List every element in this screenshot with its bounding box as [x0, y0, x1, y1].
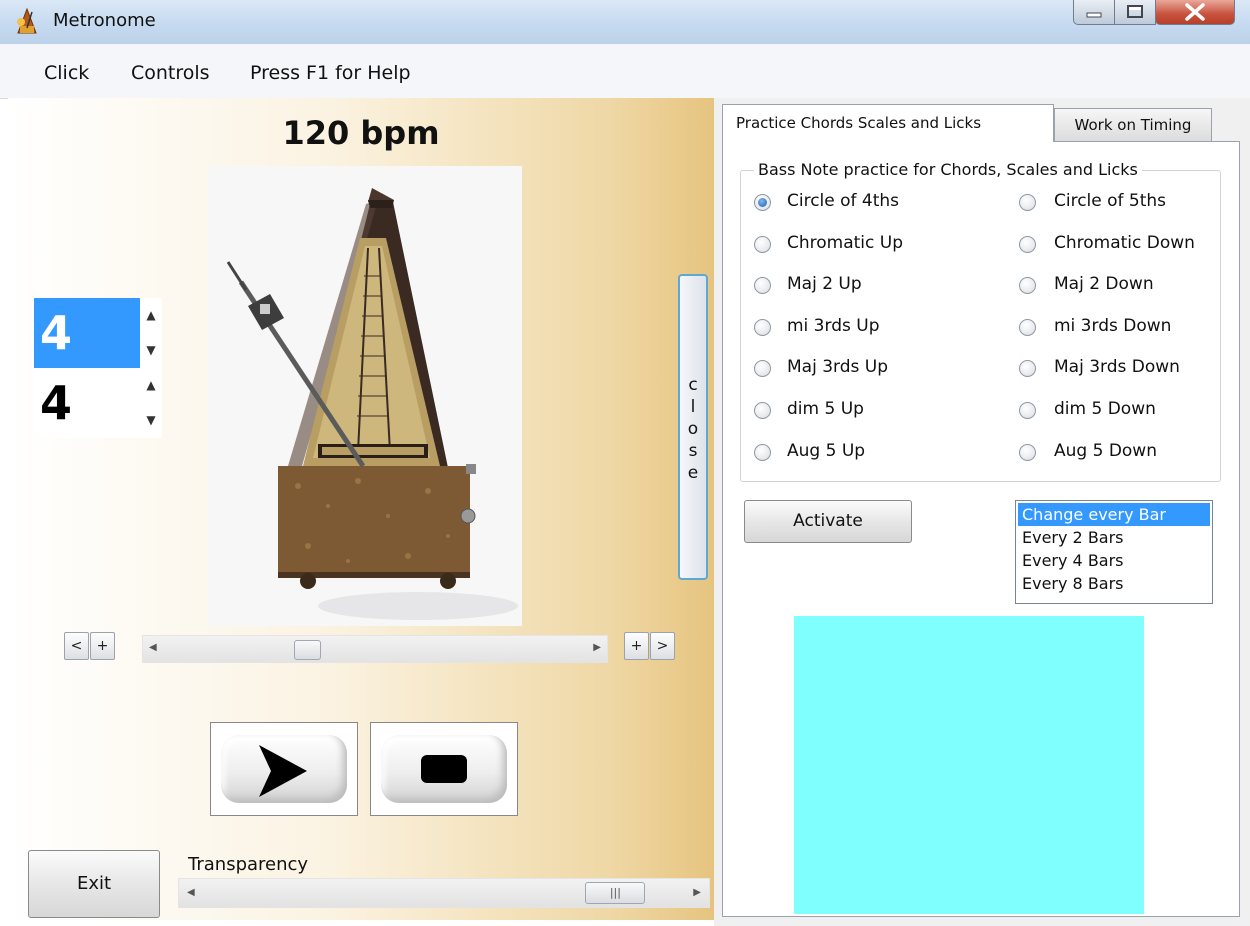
radio-button[interactable]: [754, 443, 771, 461]
exit-button[interactable]: Exit: [28, 850, 160, 918]
radio-label[interactable]: Chromatic Down: [1054, 233, 1195, 253]
metronome-app-icon: [12, 6, 42, 36]
metronome-image: [208, 166, 522, 626]
beats-per-bar-field[interactable]: 4: [34, 298, 140, 368]
menu-help[interactable]: Press F1 for Help: [250, 62, 411, 84]
stop-button[interactable]: [370, 722, 518, 816]
minimize-icon: [1086, 12, 1102, 18]
list-item[interactable]: Every 4 Bars: [1018, 549, 1210, 572]
play-button[interactable]: [210, 722, 358, 816]
radio-label[interactable]: Maj 3rds Down: [1054, 357, 1180, 377]
list-item[interactable]: Every 8 Bars: [1018, 572, 1210, 595]
radio-label[interactable]: mi 3rds Up: [787, 316, 879, 336]
activate-button[interactable]: Activate: [744, 500, 912, 543]
radio-button[interactable]: [754, 235, 771, 253]
tempo-decrease-button[interactable]: +: [90, 632, 115, 660]
scroll-left-arrow-icon[interactable]: ◀: [187, 887, 195, 898]
beats-up-arrow-icon[interactable]: ▲: [140, 298, 162, 333]
radio-button[interactable]: [754, 194, 771, 211]
beats-down-arrow-icon[interactable]: ▼: [140, 333, 162, 368]
tempo-decrease-big-button[interactable]: <: [64, 632, 89, 660]
bpm-display: 120 bpm: [282, 114, 440, 152]
scroll-left-arrow-icon[interactable]: ◀: [149, 642, 157, 653]
radio-label[interactable]: mi 3rds Down: [1054, 316, 1171, 336]
title-bar: Metronome: [0, 0, 1250, 45]
window-title: Metronome: [53, 10, 156, 31]
menu-bar: Click Controls Press F1 for Help: [0, 44, 1250, 99]
change-frequency-list[interactable]: Change every Bar Every 2 Bars Every 4 Ba…: [1015, 500, 1213, 604]
list-item[interactable]: Every 2 Bars: [1018, 526, 1210, 549]
radio-label[interactable]: Aug 5 Up: [787, 441, 865, 461]
close-letter: e: [687, 463, 699, 483]
tab-work-on-timing[interactable]: Work on Timing: [1054, 108, 1212, 142]
radio-label[interactable]: Maj 2 Up: [787, 274, 862, 294]
close-letter: o: [687, 419, 699, 439]
close-letter: c: [688, 375, 698, 395]
menu-controls[interactable]: Controls: [131, 62, 210, 84]
tab-practice-chords[interactable]: Practice Chords Scales and Licks: [722, 104, 1054, 142]
unit-down-arrow-icon[interactable]: ▼: [140, 403, 162, 438]
radio-label[interactable]: Maj 2 Down: [1054, 274, 1154, 294]
beat-unit-field[interactable]: 4: [34, 368, 140, 438]
radio-button[interactable]: [1019, 402, 1036, 419]
radio-label[interactable]: Maj 3rds Up: [787, 357, 888, 377]
maximize-button[interactable]: [1114, 0, 1156, 25]
close-icon: [1185, 3, 1205, 21]
stop-icon: [421, 755, 467, 783]
list-item[interactable]: Change every Bar: [1018, 503, 1210, 526]
radio-button[interactable]: [1019, 194, 1036, 211]
close-window-button[interactable]: [1155, 0, 1235, 25]
minimize-button[interactable]: [1073, 0, 1115, 25]
tempo-slider-thumb[interactable]: [294, 640, 322, 660]
transparency-label: Transparency: [188, 854, 309, 875]
transparency-slider-thumb[interactable]: |||: [585, 882, 646, 904]
play-icon: [259, 745, 307, 797]
radio-button[interactable]: [1019, 318, 1036, 336]
close-letter: s: [688, 441, 698, 461]
tempo-increase-big-button[interactable]: >: [650, 632, 675, 660]
group-title: Bass Note practice for Chords, Scales an…: [754, 160, 1142, 179]
close-letter: l: [690, 397, 696, 417]
scroll-right-arrow-icon[interactable]: ▶: [693, 887, 701, 898]
radio-button[interactable]: [754, 402, 771, 419]
radio-button[interactable]: [754, 318, 771, 336]
maximize-icon: [1127, 5, 1143, 18]
scroll-right-arrow-icon[interactable]: ▶: [593, 642, 601, 653]
radio-label[interactable]: Circle of 4ths: [787, 191, 899, 211]
note-display-area: [794, 616, 1144, 914]
radio-label[interactable]: dim 5 Up: [787, 399, 864, 419]
tempo-slider[interactable]: ◀ ▶: [142, 635, 608, 663]
metronome-panel: 120 bpm 4 ▲ ▼ 4 ▲ ▼ c l o s e < + ◀ ▶ + …: [8, 98, 714, 920]
close-practice-panel-button[interactable]: c l o s e: [678, 274, 708, 580]
radio-label[interactable]: Chromatic Up: [787, 233, 903, 253]
tempo-increase-button[interactable]: +: [624, 632, 649, 660]
radio-button[interactable]: [1019, 443, 1036, 461]
menu-click[interactable]: Click: [44, 62, 89, 84]
radio-label[interactable]: Aug 5 Down: [1054, 441, 1157, 461]
unit-up-arrow-icon[interactable]: ▲: [140, 368, 162, 403]
radio-button[interactable]: [1019, 235, 1036, 253]
radio-label[interactable]: dim 5 Down: [1054, 399, 1156, 419]
radio-label[interactable]: Circle of 5ths: [1054, 191, 1166, 211]
